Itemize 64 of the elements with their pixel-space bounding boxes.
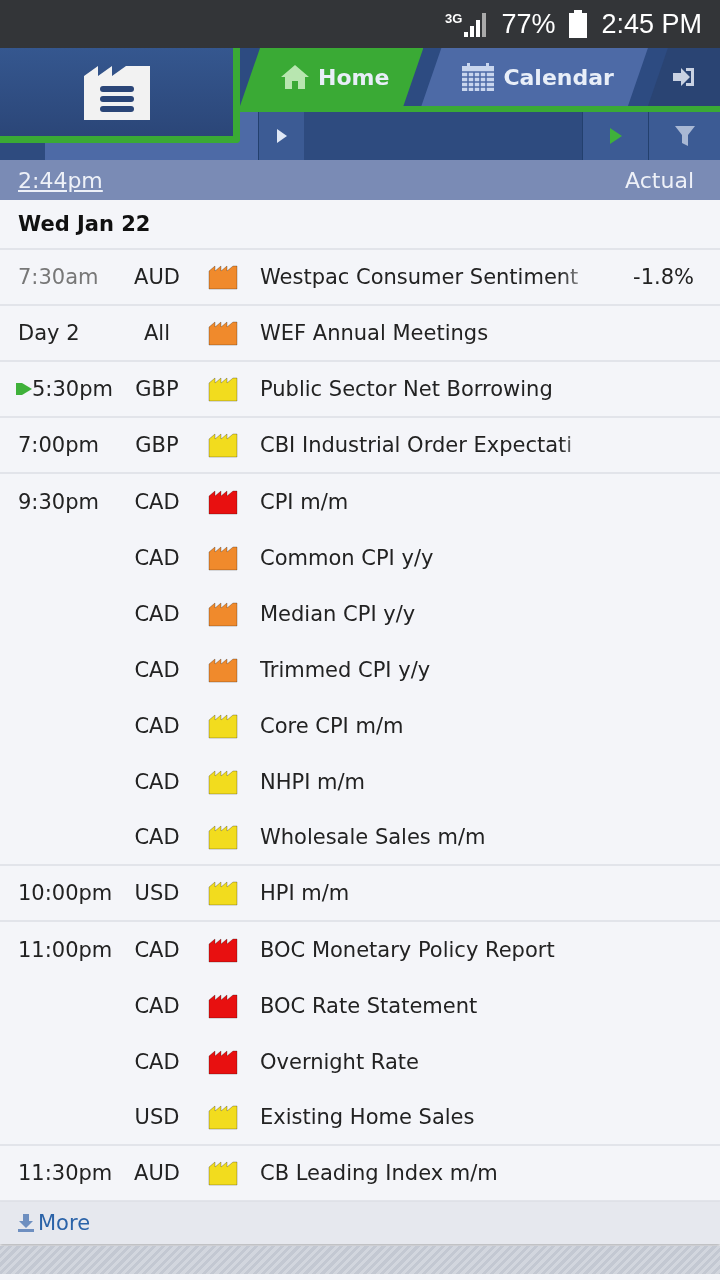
currency-cell-text: CAD <box>133 1050 181 1074</box>
exit-icon <box>672 67 695 87</box>
time-cell: 5:30pm <box>0 377 122 401</box>
event-title[interactable]: BOC Monetary Policy Report <box>260 938 600 962</box>
currency-cell-text: GBP <box>134 433 180 457</box>
time-cell-text: 11:30pm <box>17 1161 114 1185</box>
currency-cell-text: CAD <box>133 602 181 626</box>
event-title[interactable]: Overnight Rate <box>260 1050 600 1074</box>
event-title[interactable]: Public Sector Net Borrowing <box>260 377 600 401</box>
currency-cell-text: CAD <box>133 714 181 738</box>
play-icon <box>609 128 622 144</box>
event-title[interactable]: CPI m/m <box>260 490 600 514</box>
more-link[interactable]: More <box>18 1211 91 1235</box>
event-title[interactable]: Common CPI y/y <box>260 546 600 570</box>
logo-panel[interactable] <box>0 48 240 143</box>
event-title[interactable]: CBI Industrial Order Expectati <box>260 433 600 457</box>
event-title[interactable]: Westpac Consumer Sentiment <box>260 265 600 289</box>
time-cell-text: 7:30am <box>17 265 100 289</box>
event-title[interactable]: Existing Home Sales <box>260 1105 600 1129</box>
currency-cell-text: CAD <box>133 546 181 570</box>
download-icon <box>18 1214 34 1232</box>
currency-cell-text: CAD <box>133 770 181 794</box>
currency-cell-text: CAD <box>133 994 181 1018</box>
filter-icon <box>674 126 695 146</box>
event-title[interactable]: Wholesale Sales m/m <box>260 825 600 849</box>
column-heading: Actual <box>625 167 694 193</box>
clock: 2:45 PM <box>601 8 702 40</box>
event-title[interactable]: Trimmed CPI y/y <box>260 658 600 682</box>
currency-cell-text: GBP <box>134 377 180 401</box>
currency-cell-text: AUD <box>133 1161 181 1185</box>
time-cell-text: 10:00pm <box>17 881 114 905</box>
actual-value: -1.8% <box>633 265 695 289</box>
event-title[interactable]: Core CPI m/m <box>260 714 600 738</box>
currency-cell-text: CAD <box>133 658 181 682</box>
event-title[interactable]: BOC Rate Statement <box>260 994 600 1018</box>
currency-cell-text: CAD <box>133 938 181 962</box>
calendar-icon <box>461 62 496 92</box>
next-marker-icon <box>16 381 32 397</box>
factory-menu-icon <box>83 64 150 120</box>
home-icon <box>280 63 310 91</box>
event-title[interactable]: HPI m/m <box>260 881 600 905</box>
currency-cell-text: USD <box>133 1105 181 1129</box>
day-heading: Wed Jan 22 <box>0 200 720 250</box>
time-cell-text: 9:30pm <box>17 490 100 514</box>
battery-percent: 77% <box>501 8 556 40</box>
currency-cell-text: CAD <box>133 825 181 849</box>
time-cell-text: Day 2 <box>17 321 81 345</box>
currency-cell-text: AUD <box>133 265 181 289</box>
nav-tab[interactable]: Calendar <box>421 48 648 106</box>
next-day-button[interactable] <box>258 112 304 160</box>
currency-cell-text: USD <box>133 881 181 905</box>
filter-button[interactable] <box>648 112 720 160</box>
event-title[interactable]: Median CPI y/y <box>260 602 600 626</box>
time-cell-text: 11:00pm <box>17 938 114 962</box>
event-title[interactable]: NHPI m/m <box>260 770 600 794</box>
battery-icon <box>569 10 588 38</box>
logout-button[interactable] <box>647 48 720 106</box>
time-cell-text: 7:00pm <box>17 433 100 457</box>
currency-cell-text: All <box>142 321 171 345</box>
currency-cell-text: CAD <box>133 490 181 514</box>
event-title[interactable]: CB Leading Index m/m <box>260 1161 600 1185</box>
event-title[interactable]: WEF Annual Meetings <box>260 321 600 345</box>
arrow-right-icon <box>276 129 287 143</box>
network-label: 3G <box>445 11 463 26</box>
